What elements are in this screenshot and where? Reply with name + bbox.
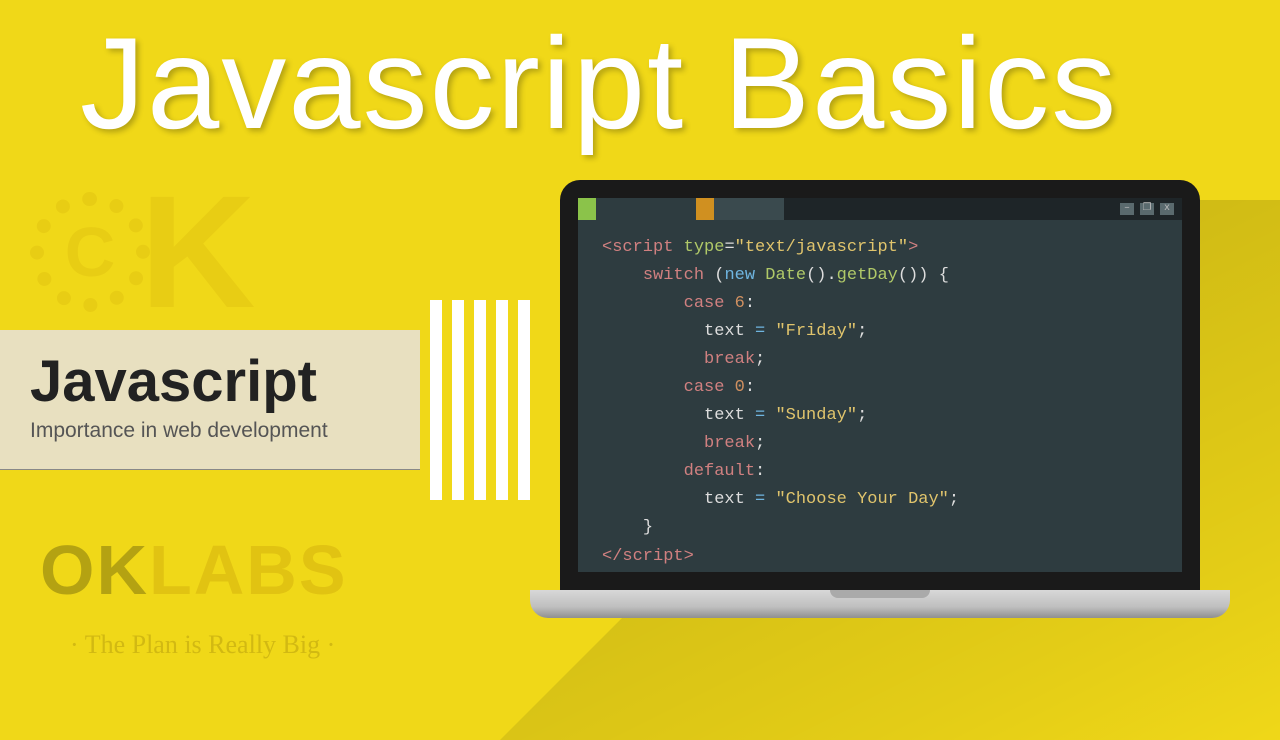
minimize-icon: – <box>1120 203 1134 215</box>
window-controls: – ❐ x <box>1112 198 1182 220</box>
maximize-icon: ❐ <box>1140 203 1154 215</box>
main-title: Javascript Basics <box>80 8 1118 158</box>
watermark-brand: OKLABS <box>40 530 348 610</box>
watermark-labs: LABS <box>149 531 348 609</box>
close-icon: x <box>1160 203 1174 215</box>
watermark-logo: CK <box>30 160 256 344</box>
laptop-illustration: – ❐ x <script type="text/javascript"> sw… <box>560 180 1200 630</box>
code-editor-screen: – ❐ x <script type="text/javascript"> sw… <box>578 198 1182 572</box>
decorative-bars <box>430 300 530 500</box>
sub-banner: Javascript Importance in web development <box>0 330 420 470</box>
code-block: <script type="text/javascript"> switch (… <box>578 220 1182 585</box>
editor-tab-bar: – ❐ x <box>578 198 1182 220</box>
laptop-base <box>530 590 1230 618</box>
sub-heading: Javascript <box>30 348 390 415</box>
sub-subtext: Importance in web development <box>30 419 390 443</box>
watermark-tagline: · The Plan is Really Big · <box>70 630 335 660</box>
watermark-ok: OK <box>40 531 149 609</box>
